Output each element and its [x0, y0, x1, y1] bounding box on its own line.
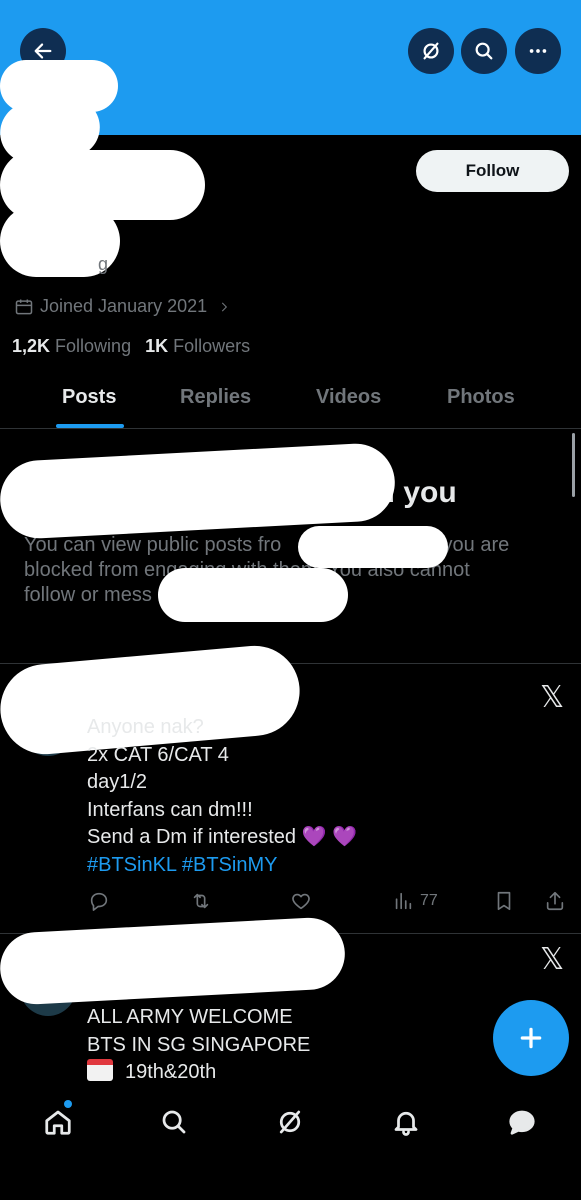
chevron-right-icon[interactable] [217, 300, 231, 314]
profile-tabs: Posts Replies Videos Photos [0, 372, 581, 429]
nav-notifications[interactable] [388, 1104, 424, 1140]
followers-link[interactable]: 1K Followers [145, 336, 250, 357]
post-text: ALL ARMY WELCOME BTS IN SG SINGAPORE 19t… [87, 1004, 310, 1087]
bottom-nav [0, 1090, 581, 1200]
tab-posts[interactable]: Posts [62, 386, 116, 409]
reply-icon [90, 892, 108, 911]
following-label: Following [55, 336, 132, 356]
compose-button[interactable] [493, 1000, 569, 1076]
nav-home[interactable] [40, 1104, 76, 1140]
x-logo-icon: 𝕏 [540, 942, 565, 977]
tab-photos[interactable]: Photos [447, 386, 515, 409]
post-line: ALL ARMY WELCOME [87, 1006, 293, 1028]
share-icon [546, 891, 564, 911]
following-link[interactable]: 1,2K Following [12, 336, 131, 357]
like-button[interactable] [290, 890, 312, 912]
repost-icon [193, 893, 209, 909]
tab-replies[interactable]: Replies [180, 386, 251, 409]
calendar-emoji-icon [87, 1059, 113, 1081]
search-button[interactable] [461, 28, 507, 74]
followers-label: Followers [173, 336, 251, 356]
grok-button[interactable] [408, 28, 454, 74]
x-logo-icon: 𝕏 [540, 680, 565, 715]
redaction-mark [0, 916, 347, 1006]
joined-text: Joined January 2021 [40, 296, 208, 316]
redaction-mark [298, 526, 448, 568]
post-line: 2x CAT 6/CAT 4 [87, 743, 229, 766]
more-dots-icon [529, 49, 547, 53]
blocked-line3: follow or mess [24, 584, 152, 606]
blocked-line1-a: You can view public posts fro [24, 534, 282, 556]
search-icon [162, 1110, 186, 1134]
scrollbar[interactable] [572, 433, 575, 497]
nav-search[interactable] [156, 1104, 192, 1140]
follow-button[interactable]: Follow [416, 150, 569, 192]
post-line: 19th&20th [125, 1061, 217, 1083]
calendar-icon [15, 299, 33, 314]
bell-icon [394, 1111, 418, 1136]
post-text: Anyone nak? 2x CAT 6/CAT 4 day1/2 Interf… [87, 714, 357, 879]
arrow-left-icon [34, 43, 52, 59]
repost-button[interactable] [190, 890, 212, 912]
messages-icon [509, 1110, 535, 1135]
following-count: 1,2K [12, 336, 51, 356]
share-button[interactable] [544, 890, 566, 912]
views-icon [395, 892, 412, 910]
active-tab-indicator [56, 424, 124, 428]
post-line: Anyone nak? [87, 716, 204, 738]
bookmark-icon [497, 891, 511, 911]
post-line-with-calendar: 19th&20th [87, 1059, 310, 1087]
post-line: BTS IN SG SINGAPORE [87, 1033, 311, 1056]
redaction-mark [158, 568, 348, 622]
tab-videos[interactable]: Videos [316, 386, 381, 409]
views-count: 77 [420, 892, 438, 909]
plus-icon [520, 1027, 542, 1049]
hashtags[interactable]: #BTSinKL #BTSinMY [87, 852, 357, 880]
nav-grok[interactable] [272, 1104, 308, 1140]
more-button[interactable] [515, 28, 561, 74]
followers-count: 1K [145, 336, 169, 356]
grok-icon [279, 1110, 301, 1134]
handle-fragment: g [98, 254, 109, 274]
follow-stats: 1,2K Following 1K Followers [12, 336, 250, 357]
post-actions: 77 [0, 890, 581, 920]
search-icon [475, 42, 493, 60]
bookmark-button[interactable] [493, 890, 515, 912]
post-line: Send a Dm if interested 💜 💜 [87, 826, 357, 848]
reply-button[interactable] [88, 890, 110, 912]
joined-date: Joined January 2021 [14, 296, 231, 317]
grok-icon [423, 42, 439, 60]
views-button[interactable]: 77 [392, 890, 438, 912]
nav-messages[interactable] [504, 1104, 540, 1140]
home-notification-dot [64, 1100, 72, 1108]
post-line: day1/2 [87, 771, 148, 793]
post-line: Interfans can dm!!! [87, 798, 253, 821]
heart-icon [292, 893, 310, 910]
home-icon [45, 1110, 71, 1135]
